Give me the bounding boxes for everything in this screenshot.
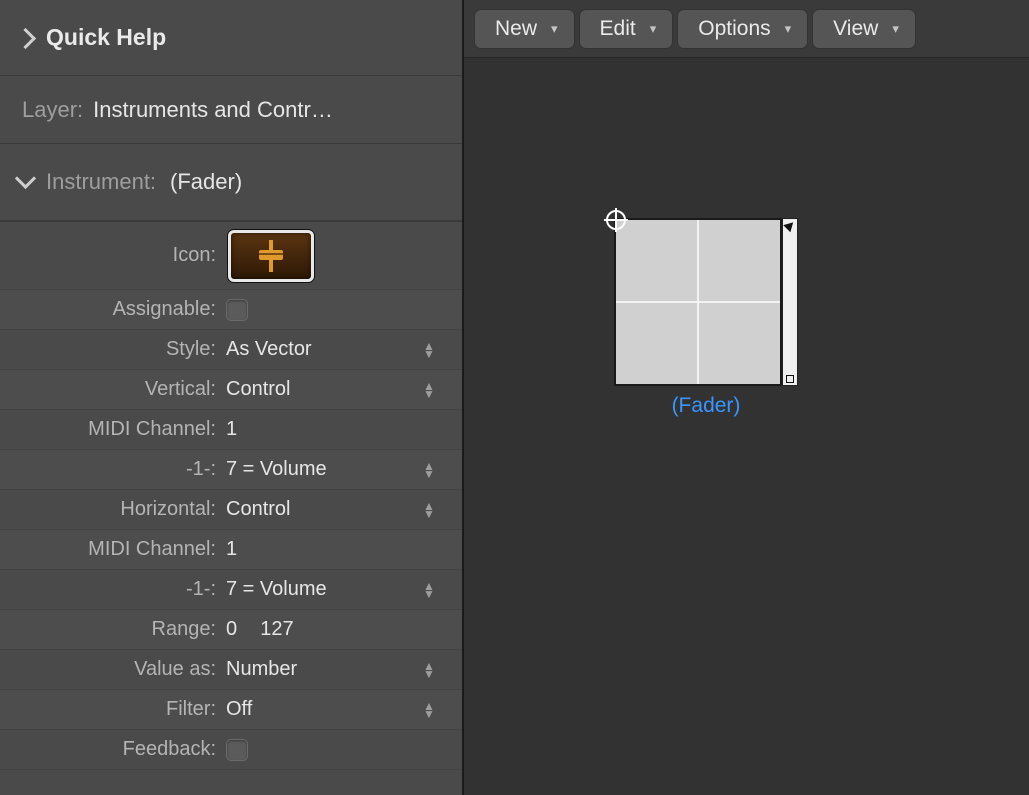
chevron-right-icon: [18, 31, 32, 45]
menu-options[interactable]: Options ▾: [677, 9, 808, 49]
prop-horizontal[interactable]: Horizontal: Control: [0, 490, 462, 530]
menu-edit-label: Edit: [600, 17, 636, 41]
prop-range-label: Range:: [0, 618, 226, 641]
prop-feedback: Feedback:: [0, 730, 462, 770]
stepper-icon[interactable]: [422, 342, 436, 358]
prop-filter-value: Off: [226, 698, 252, 721]
prop-range[interactable]: Range: 0 127: [0, 610, 462, 650]
chevron-down-icon: ▾: [892, 21, 899, 37]
stepper-icon[interactable]: [422, 582, 436, 598]
stepper-icon[interactable]: [422, 662, 436, 678]
assignable-checkbox[interactable]: [226, 299, 248, 321]
prop-style-value: As Vector: [226, 338, 312, 361]
prop-cc-2[interactable]: -1-: 7 = Volume: [0, 570, 462, 610]
canvas-area: New ▾ Edit ▾ Options ▾ View ▾ (Fader): [464, 0, 1029, 795]
feedback-checkbox[interactable]: [226, 739, 248, 761]
menu-options-label: Options: [698, 17, 770, 41]
vector-side-slider[interactable]: [782, 218, 798, 386]
prop-vertical-value: Control: [226, 378, 290, 401]
prop-filter[interactable]: Filter: Off: [0, 690, 462, 730]
menu-view-label: View: [833, 17, 878, 41]
prop-range-lo: 0: [226, 618, 237, 641]
prop-cc2-label: -1-:: [0, 578, 226, 601]
prop-midi1-label: MIDI Channel:: [0, 418, 226, 441]
prop-horizontal-value: Control: [226, 498, 290, 521]
quick-help-header[interactable]: Quick Help: [0, 0, 462, 76]
prop-midi1-value: 1: [226, 418, 237, 441]
layer-row[interactable]: Layer: Instruments and Contr…: [0, 76, 462, 144]
prop-assignable-label: Assignable:: [0, 298, 226, 321]
chevron-down-icon: ▾: [785, 21, 792, 37]
layer-label: Layer:: [22, 97, 83, 123]
prop-vertical-label: Vertical:: [0, 378, 226, 401]
prop-cc2-value: 7 = Volume: [226, 578, 327, 601]
origin-handle-icon[interactable]: [606, 210, 626, 230]
stepper-icon[interactable]: [422, 462, 436, 478]
triangle-icon: [783, 219, 796, 232]
prop-filter-label: Filter:: [0, 698, 226, 721]
instrument-label: Instrument:: [46, 169, 156, 195]
chevron-down-icon: [18, 175, 32, 189]
prop-assignable: Assignable:: [0, 290, 462, 330]
prop-valueas-value: Number: [226, 658, 297, 681]
fader-icon: [253, 238, 289, 274]
prop-icon: Icon:: [0, 222, 462, 290]
prop-style[interactable]: Style: As Vector: [0, 330, 462, 370]
prop-valueas-label: Value as:: [0, 658, 226, 681]
prop-midi-channel-2[interactable]: MIDI Channel: 1: [0, 530, 462, 570]
prop-midi2-value: 1: [226, 538, 237, 561]
vector-pad[interactable]: [614, 218, 782, 386]
menu-view[interactable]: View ▾: [812, 9, 916, 49]
prop-horizontal-label: Horizontal:: [0, 498, 226, 521]
prop-cc1-value: 7 = Volume: [226, 458, 327, 481]
fader-object[interactable]: (Fader): [614, 218, 798, 418]
prop-midi2-label: MIDI Channel:: [0, 538, 226, 561]
fader-object-label[interactable]: (Fader): [614, 394, 798, 418]
inspector-panel: Quick Help Layer: Instruments and Contr……: [0, 0, 464, 795]
environment-workspace[interactable]: (Fader): [464, 58, 1029, 795]
prop-icon-label: Icon:: [0, 244, 226, 267]
menu-edit[interactable]: Edit ▾: [579, 9, 674, 49]
stepper-icon[interactable]: [422, 502, 436, 518]
chevron-down-icon: ▾: [551, 21, 558, 37]
prop-range-hi: 127: [260, 618, 293, 641]
prop-vertical[interactable]: Vertical: Control: [0, 370, 462, 410]
chevron-down-icon: ▾: [650, 21, 657, 37]
layer-value: Instruments and Contr…: [93, 97, 333, 123]
menu-new[interactable]: New ▾: [474, 9, 575, 49]
stepper-icon[interactable]: [422, 382, 436, 398]
icon-well[interactable]: [228, 230, 314, 282]
environment-toolbar: New ▾ Edit ▾ Options ▾ View ▾: [464, 0, 1029, 58]
prop-midi-channel-1[interactable]: MIDI Channel: 1: [0, 410, 462, 450]
prop-cc1-label: -1-:: [0, 458, 226, 481]
instrument-value: (Fader): [170, 169, 242, 195]
resize-handle-icon[interactable]: [786, 375, 794, 383]
prop-style-label: Style:: [0, 338, 226, 361]
prop-value-as[interactable]: Value as: Number: [0, 650, 462, 690]
instrument-header[interactable]: Instrument: (Fader): [0, 144, 462, 222]
stepper-icon[interactable]: [422, 702, 436, 718]
prop-feedback-label: Feedback:: [0, 738, 226, 761]
quick-help-title: Quick Help: [46, 24, 166, 51]
menu-new-label: New: [495, 17, 537, 41]
prop-cc-1[interactable]: -1-: 7 = Volume: [0, 450, 462, 490]
